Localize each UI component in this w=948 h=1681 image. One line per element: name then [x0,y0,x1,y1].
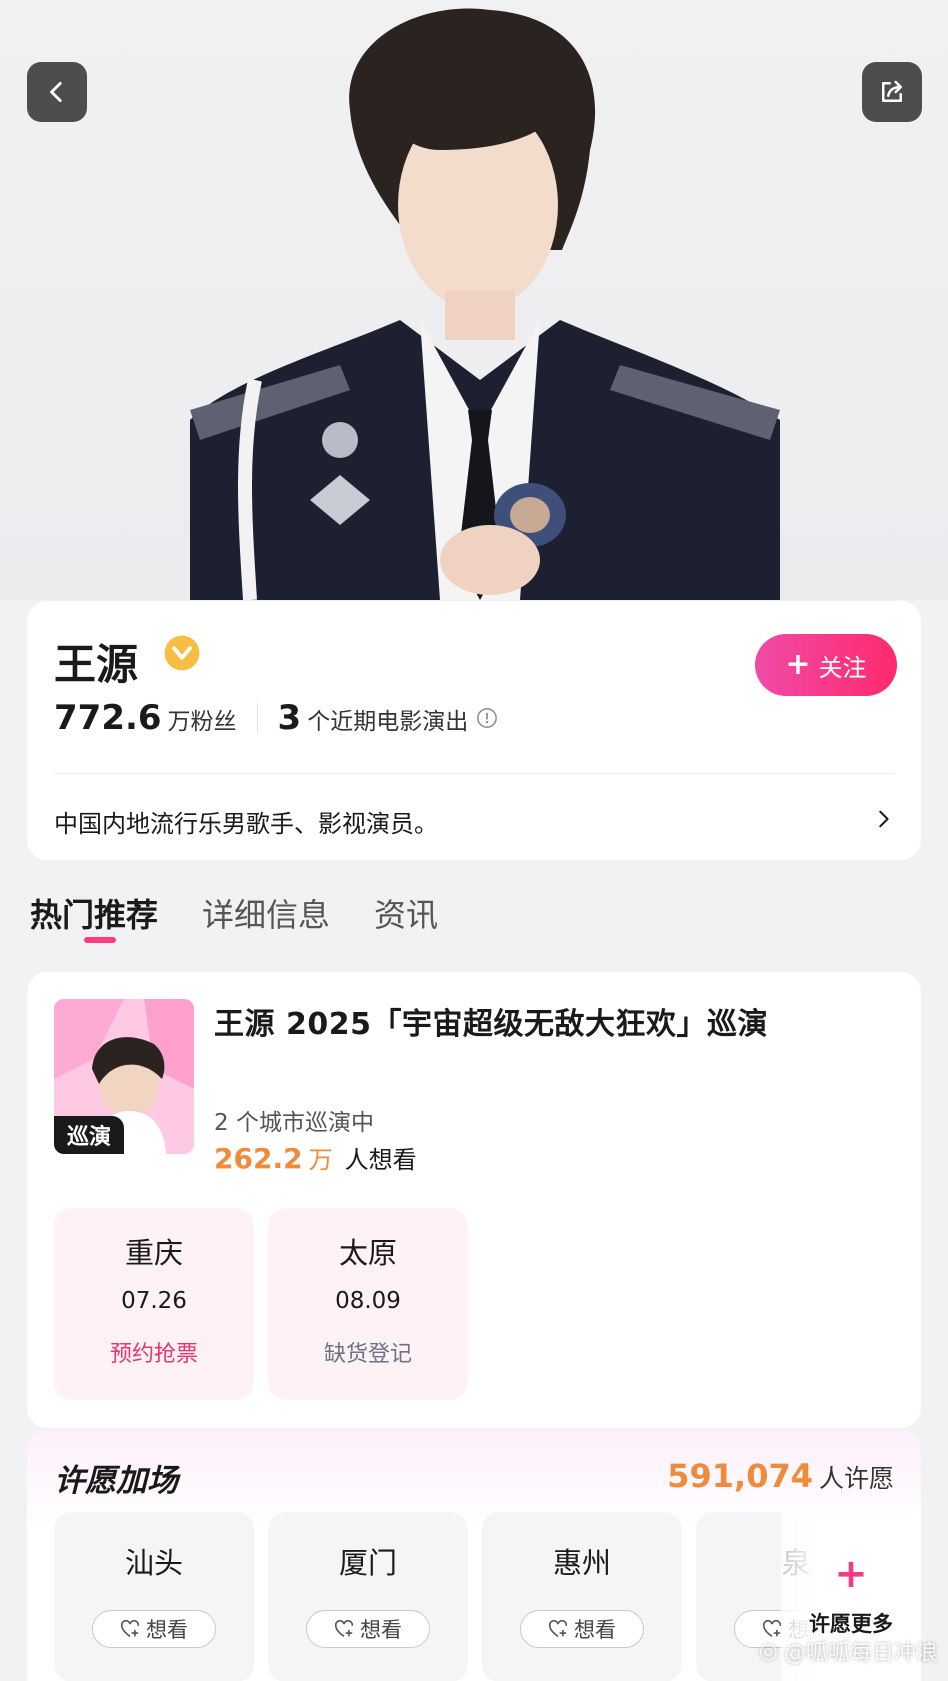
wish-city-name: 汕头 [124,1546,183,1580]
artist-bio[interactable]: 中国内地流行乐男歌手、影视演员。 [54,804,438,839]
verified-badge-icon [164,635,200,671]
wish-count: 591,074 人许愿 [667,1457,894,1495]
wish-count-text: 人许愿 [818,1464,894,1493]
tour-want-count: 262.2 万 人想看 [214,1140,417,1175]
stop-date: 07.26 [121,1288,187,1314]
follow-label: 关注 [818,653,867,682]
divider [54,773,894,774]
heart-plus-icon [334,1620,354,1638]
heart-plus-icon [548,1620,568,1638]
wish-city-name: 厦门 [338,1546,397,1580]
want-button-label: 想看 [574,1618,616,1642]
wish-number: 591,074 [667,1457,813,1495]
want-button-label: 想看 [146,1618,188,1642]
fans-unit: 万粉丝 [167,709,237,735]
tab-details[interactable]: 详细信息 [202,890,330,936]
tour-stop-chongqing[interactable]: 重庆 07.26 预约抢票 [54,1208,254,1400]
chevron-left-icon [50,81,62,103]
heart-plus-icon [120,1620,140,1638]
hero-banner [0,0,948,600]
tour-title[interactable]: 王源 2025「宇宙超级无敌大狂欢」巡演 [214,999,768,1043]
wish-title: 许愿加场 [54,1463,178,1499]
out-of-stock-register-link[interactable]: 缺货登记 [268,1336,468,1368]
tour-badge: 巡演 [54,1116,124,1154]
tour-cities-text: 2 个城市巡演中 [214,1110,374,1136]
watermark-text: @呱呱每日冲浪 [783,1641,938,1666]
reserve-ticket-link[interactable]: 预约抢票 [54,1336,254,1368]
tour-poster[interactable]: 巡演 [54,999,194,1154]
tab-hot-recommend[interactable]: 热门推荐 [30,890,158,936]
share-icon [882,80,902,102]
info-icon[interactable] [476,707,498,729]
content-tabs: 热门推荐 详细信息 资讯 [30,890,438,936]
weibo-icon: ◎ [758,1638,778,1664]
shows-text: 个近期电影演出 [307,709,469,735]
share-button[interactable] [862,62,922,122]
tour-card[interactable]: 巡演 王源 2025「宇宙超级无敌大狂欢」巡演 2 个城市巡演中 262.2 万… [27,972,921,1428]
back-button[interactable] [27,62,87,122]
plus-icon: + [834,1551,868,1597]
stats-divider [256,703,258,733]
stats-row: 772.6 万粉丝 3 个近期电影演出 [54,698,498,738]
tab-news[interactable]: 资讯 [374,890,438,936]
stop-date: 08.09 [335,1288,401,1314]
profile-card: 王源 + 关注 772.6 万粉丝 3 个近期电影演出 中国内地流行乐男歌手、影… [27,601,921,860]
artist-photo [190,8,780,600]
wish-more-label: 许愿更多 [809,1612,893,1636]
follow-button[interactable]: + 关注 [755,634,897,696]
shows-count: 3 [277,698,302,738]
want-text: 人想看 [344,1146,417,1174]
wish-city-name: 惠州 [552,1546,611,1580]
plus-icon: + [785,647,811,682]
fans-count: 772.6 [54,698,162,738]
active-tab-indicator [84,937,116,943]
wish-city-shantou[interactable]: 汕头 想看 [54,1512,254,1681]
tour-stop-taiyuan[interactable]: 太原 08.09 缺货登记 [268,1208,468,1400]
want-button-label: 想看 [360,1618,402,1642]
stop-city: 太原 [338,1236,397,1270]
wish-city-huizhou[interactable]: 惠州 想看 [482,1512,682,1681]
stop-city: 重庆 [124,1236,183,1270]
watermark: ◎ @呱呱每日冲浪 [759,1635,938,1667]
want-button[interactable]: 想看 [92,1610,216,1648]
artist-name: 王源 [54,640,139,689]
want-number: 262.2 [214,1142,303,1175]
chevron-right-icon[interactable] [872,806,894,832]
want-button[interactable]: 想看 [306,1610,430,1648]
want-button[interactable]: 想看 [520,1610,644,1648]
want-unit: 万 [308,1146,333,1174]
wish-city-xiamen[interactable]: 厦门 想看 [268,1512,468,1681]
